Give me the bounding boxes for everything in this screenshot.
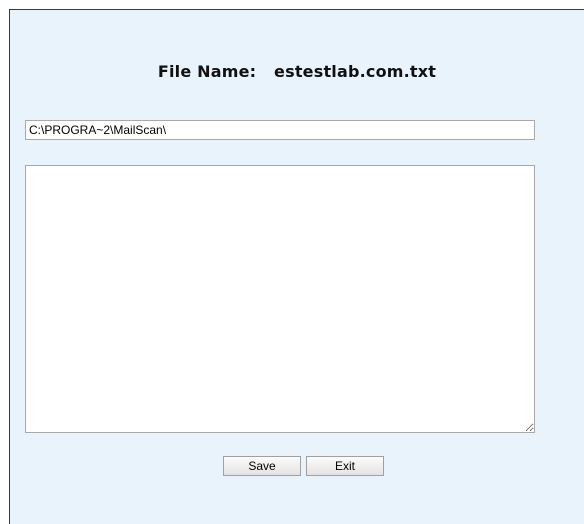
save-button[interactable]: Save xyxy=(223,456,301,476)
file-name-label: File Name: xyxy=(157,62,257,81)
file-editor-panel: File Name: estestlab.com.txt Save Exit xyxy=(9,9,584,524)
path-input[interactable] xyxy=(25,120,535,140)
exit-button[interactable]: Exit xyxy=(306,456,384,476)
file-name-heading: File Name: estestlab.com.txt xyxy=(10,62,584,81)
file-content-textarea[interactable] xyxy=(25,165,535,433)
file-name-value: estestlab.com.txt xyxy=(274,62,437,81)
